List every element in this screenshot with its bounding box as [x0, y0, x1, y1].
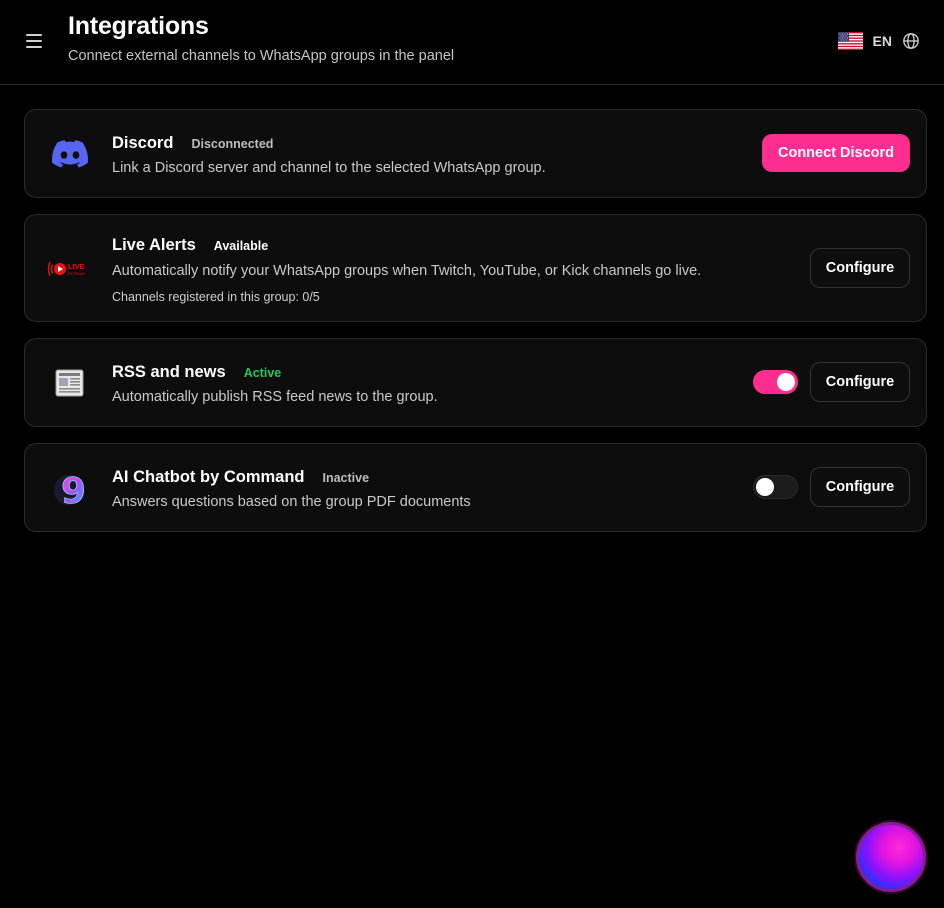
configure-rss-button[interactable]: Configure	[810, 362, 910, 402]
language-code: EN	[872, 33, 892, 49]
live-icon-text: LIVE	[68, 262, 85, 271]
page-subtitle: Connect external channels to WhatsApp gr…	[68, 48, 455, 64]
hamburger-menu-icon[interactable]	[24, 33, 44, 49]
integration-card-ai-chatbot: 9 AI Chatbot by Command Inactive Answers…	[24, 443, 927, 532]
page-header: Integrations Connect external channels t…	[0, 0, 944, 85]
configure-ai-chatbot-button[interactable]: Configure	[810, 467, 910, 507]
card-description: Link a Discord server and channel to the…	[112, 160, 546, 176]
us-flag-icon	[837, 32, 863, 50]
integration-card-discord: Discord Disconnected Link a Discord serv…	[24, 109, 927, 198]
globe-icon[interactable]	[902, 32, 920, 50]
discord-icon	[47, 131, 93, 177]
page-title: Integrations	[68, 12, 209, 40]
stream-icon-text: STREAM	[68, 271, 85, 276]
newspaper-icon	[47, 360, 93, 406]
card-description: Answers questions based on the group PDF…	[112, 494, 471, 510]
card-title: RSS and news	[112, 363, 226, 381]
connect-discord-button[interactable]: Connect Discord	[761, 134, 910, 172]
integration-card-rss: RSS and news Active Automatically publis…	[24, 338, 927, 427]
language-selector[interactable]: EN	[837, 29, 920, 53]
integration-card-live-alerts: LIVE STREAM Live Alerts Available Automa…	[24, 214, 927, 322]
status-badge: Active	[243, 366, 282, 380]
live-stream-icon: LIVE STREAM	[45, 246, 93, 292]
configure-live-alerts-button[interactable]: Configure	[810, 248, 910, 288]
card-title: Live Alerts	[112, 236, 196, 254]
status-badge: Disconnected	[191, 137, 274, 151]
card-description: Automatically publish RSS feed news to t…	[112, 389, 438, 405]
card-description: Automatically notify your WhatsApp group…	[112, 263, 702, 279]
channels-registered-count: Channels registered in this group: 0/5	[112, 290, 320, 304]
card-title: AI Chatbot by Command	[112, 468, 305, 486]
status-badge: Inactive	[322, 471, 370, 485]
ai-chatbot-enable-toggle[interactable]	[753, 475, 798, 499]
ai-chatbot-9-icon: 9	[47, 465, 93, 511]
nine-glyph: 9	[61, 471, 86, 510]
rss-enable-toggle[interactable]	[753, 370, 798, 394]
status-badge: Available	[213, 239, 269, 253]
card-title: Discord	[112, 134, 174, 152]
assistant-orb-icon[interactable]	[856, 822, 926, 892]
